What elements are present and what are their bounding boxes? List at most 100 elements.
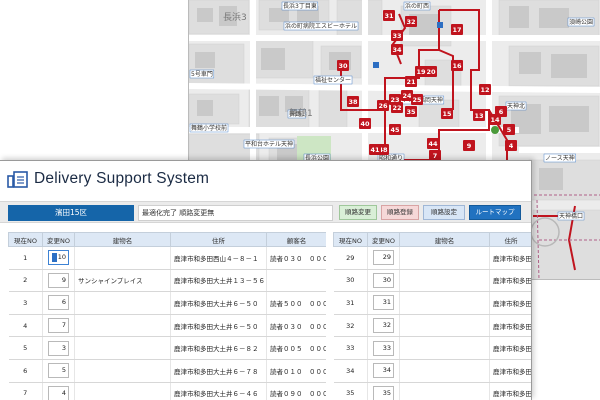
map-place-label: 舞鶴小学校前: [191, 124, 227, 132]
delivery-order-table-left: 現在NO 変更NO 建物名 住所 顧客名 1 10 鹿津市和多田西山４－８－１ 読者０…: [8, 232, 327, 400]
route-status-field: 最適化完了 順路変更無: [138, 205, 333, 221]
column-header-current-no[interactable]: 現在NO: [8, 232, 43, 247]
table-row[interactable]: 6 5 鹿津市和多田大土井６－７８ 読者０１０ ０００: [8, 359, 327, 383]
pin-number: 33: [392, 32, 401, 40]
change-no-input[interactable]: 3: [48, 340, 69, 356]
order-register-button[interactable]: 順路登録: [381, 205, 419, 220]
delivery-stop-pin[interactable]: 5: [503, 124, 515, 135]
customer-name-cell: 読者０１０ ０００: [266, 359, 327, 383]
current-no-cell: 29: [333, 246, 368, 270]
change-no-input[interactable]: 29: [373, 250, 394, 266]
table-row[interactable]: 34 34 鹿津市和多田: [333, 359, 531, 383]
change-no-cell: 6: [42, 291, 75, 315]
delivery-stop-pin[interactable]: 44: [427, 138, 439, 149]
delivery-stop-pin[interactable]: 38: [347, 96, 359, 107]
pin-number: 35: [406, 108, 416, 116]
address-cell: 鹿津市和多田大土井６－５０: [170, 291, 267, 315]
delivery-stop-pin[interactable]: 9: [463, 140, 475, 151]
delivery-stop-pin[interactable]: 12: [479, 84, 491, 95]
table-row[interactable]: 29 29 鹿津市和多田: [333, 246, 531, 270]
change-no-input[interactable]: 7: [48, 318, 69, 334]
change-no-input[interactable]: 9: [48, 272, 69, 288]
building-name-cell: [399, 314, 490, 338]
order-settings-button[interactable]: 順路設定: [423, 205, 465, 220]
delivery-stop-pin[interactable]: 13: [473, 110, 485, 121]
delivery-stop-pin[interactable]: 16: [451, 60, 463, 71]
column-header-building[interactable]: 建物名: [399, 232, 490, 247]
map-place-label: 平和台ホテル天神: [245, 140, 293, 148]
table-row[interactable]: 3 6 鹿津市和多田大土井６－５０ 読者５００ ０００: [8, 291, 327, 315]
table-row[interactable]: 4 7 鹿津市和多田大土井６－５０ 読者０３０ ０００: [8, 314, 327, 338]
change-no-input[interactable]: 10: [48, 250, 69, 266]
change-no-input[interactable]: 32: [373, 318, 394, 334]
delivery-stop-pin[interactable]: 45: [389, 124, 401, 135]
delivery-stop-pin[interactable]: 41: [369, 144, 381, 155]
change-no-input[interactable]: 35: [373, 385, 394, 400]
table-row[interactable]: 1 10 鹿津市和多田西山４－８－１ 読者０３０ ０００: [8, 246, 327, 270]
table-row[interactable]: 7 4 鹿津市和多田大土井６－４６ 読者０９０ ０００: [8, 382, 327, 400]
delivery-stop-pin[interactable]: 33: [391, 30, 403, 41]
bus-stop-icon: [373, 62, 379, 68]
address-cell: 鹿津市和多田: [489, 246, 531, 270]
column-header-change-no[interactable]: 変更NO: [42, 232, 75, 247]
delivery-stop-pin[interactable]: 6: [495, 106, 507, 117]
change-no-value: 29: [382, 253, 391, 262]
change-no-value: 3: [61, 343, 66, 352]
delivery-stop-pin[interactable]: 15: [441, 108, 453, 119]
delivery-stop-pin[interactable]: 25: [411, 94, 423, 105]
delivery-stop-pin[interactable]: 30: [337, 60, 349, 71]
station-icon: [491, 126, 499, 134]
column-header-change-no[interactable]: 変更NO: [367, 232, 400, 247]
table-row[interactable]: 35 35 鹿津市和多田: [333, 382, 531, 400]
column-header-address[interactable]: 住所: [170, 232, 267, 247]
delivery-stop-pin[interactable]: 31: [383, 10, 395, 21]
map-place-label: 長浜3丁目東: [283, 2, 317, 10]
pin-number: 14: [490, 116, 500, 124]
change-no-input[interactable]: 34: [373, 363, 394, 379]
current-no-cell: 3: [8, 291, 43, 315]
delivery-stop-pin[interactable]: 35: [405, 106, 417, 117]
table-row[interactable]: 31 31 鹿津市和多田: [333, 291, 531, 315]
route-map-button[interactable]: ルートマップ: [469, 205, 521, 220]
delivery-stop-pin[interactable]: 34: [391, 44, 403, 55]
delivery-stop-pin[interactable]: 17: [451, 24, 463, 35]
pin-number: 9: [467, 142, 472, 150]
address-cell: 鹿津市和多田: [489, 314, 531, 338]
change-no-value: 4: [61, 388, 66, 397]
address-cell: 鹿津市和多田: [489, 382, 531, 400]
table-row[interactable]: 33 33 鹿津市和多田: [333, 336, 531, 360]
table-row[interactable]: 30 30 鹿津市和多田: [333, 269, 531, 293]
table-row[interactable]: 5 3 鹿津市和多田大土井６－８２ 読者００５ ０００: [8, 336, 327, 360]
delivery-stop-pin[interactable]: 21: [405, 76, 417, 87]
table-row[interactable]: 2 9 サンシャインプレイス 鹿津市和多田大土井１３－５６: [8, 269, 327, 293]
delivery-stop-pin[interactable]: 4: [505, 140, 517, 151]
route-name-badge[interactable]: 濱田15区: [8, 205, 134, 221]
delivery-stop-pin[interactable]: 22: [391, 102, 403, 113]
change-no-value: 10: [57, 253, 66, 262]
current-no-cell: 35: [333, 382, 368, 400]
delivery-stop-pin[interactable]: 32: [405, 16, 417, 27]
change-no-input[interactable]: 30: [373, 272, 394, 288]
change-no-value: 32: [382, 321, 391, 330]
column-header-customer[interactable]: 顧客名: [266, 232, 327, 247]
pin-number: 17: [452, 26, 461, 34]
change-no-input[interactable]: 5: [48, 363, 69, 379]
delivery-stop-pin[interactable]: 40: [359, 118, 371, 129]
table-row[interactable]: 32 32 鹿津市和多田: [333, 314, 531, 338]
building-name-cell: [399, 291, 490, 315]
change-no-input[interactable]: 6: [48, 295, 69, 311]
delivery-stop-pin[interactable]: 19: [415, 66, 427, 77]
column-header-current-no[interactable]: 現在NO: [333, 232, 368, 247]
table-divider: [326, 223, 333, 400]
column-header-building[interactable]: 建物名: [74, 232, 171, 247]
pin-number: 21: [406, 78, 416, 86]
change-no-input[interactable]: 33: [373, 340, 394, 356]
map-place-label: ノース天神: [545, 154, 575, 162]
delivery-stop-pin[interactable]: 26: [377, 100, 389, 111]
pin-number: 6: [499, 108, 504, 116]
change-no-value: 35: [382, 388, 391, 397]
column-header-address[interactable]: 住所: [489, 232, 531, 247]
change-no-input[interactable]: 4: [48, 385, 69, 400]
change-no-input[interactable]: 31: [373, 295, 394, 311]
order-change-button[interactable]: 順路変更: [339, 205, 377, 220]
